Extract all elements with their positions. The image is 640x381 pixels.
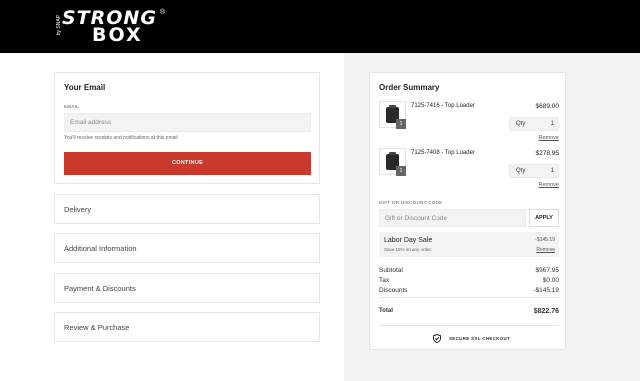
gift-code-input[interactable]: Gift or Discount Code [379,209,526,227]
tax-value: $0.00 [542,277,559,284]
order-summary-card: Order Summary 1 7125-7416 - Top Loader $… [369,72,566,350]
discounts-label: Discounts [379,287,408,294]
quantity-value: 1 [550,121,554,127]
shield-check-icon [433,334,441,343]
item-name: 7125-7408 - Top Loader [411,150,475,156]
email-input[interactable]: Email address [64,113,311,132]
top-header: by SNAP STRONG BOX ® [0,0,640,53]
step-payment-discounts-label: Payment & Discounts [64,284,136,293]
quantity-label: Qty [516,168,526,174]
product-thumbnail: 1 [379,101,406,129]
quantity-label: Qty [516,121,526,127]
tax-label: Tax [379,277,390,284]
item-price: $278.95 [535,150,560,157]
product-thumbnail: 1 [379,148,406,176]
step-payment-discounts[interactable]: Payment & Discounts [54,273,320,303]
quantity-input[interactable]: Qty 1 [509,164,559,178]
email-hint: You'll receive receipts and notification… [64,135,178,141]
strongbox-logo[interactable]: by SNAP STRONG BOX ® [56,9,170,45]
quantity-badge: 1 [396,119,406,129]
promo-description: Save 15% on any order. [384,247,433,252]
email-section-title: Your Email [64,83,106,92]
gift-code-label: GIFT OR DISCOUNT CODE [379,200,443,205]
total-label: Total [379,308,393,314]
item-name: 7125-7416 - Top Loader [411,103,475,109]
discounts-value: -$145.19 [533,287,559,294]
remove-item-link[interactable]: Remove [539,135,559,141]
remove-item-link[interactable]: Remove [539,182,559,188]
remove-promo-link[interactable]: Remove [536,247,555,253]
step-delivery-label: Delivery [64,205,92,214]
applied-promo: Labor Day Sale Save 15% on any order. -$… [379,232,559,257]
promo-name: Labor Day Sale [384,237,433,244]
checkout-steps-panel: Your Email EMAIL Email address You'll re… [0,53,344,381]
step-review-purchase-label: Review & Purchase [64,323,130,332]
subtotal-value: $967.95 [535,267,560,274]
order-summary-title: Order Summary [379,83,440,92]
step-additional-information[interactable]: Additional Information [54,233,320,263]
subtotal-row: Subtotal $967.95 [379,267,559,274]
continue-button[interactable]: CONTINUE [64,152,311,175]
summary-divider [379,325,559,326]
step-additional-information-label: Additional Information [64,244,137,253]
cart-item: 1 7125-7408 - Top Loader $278.95 Qty 1 R… [379,148,559,192]
quantity-input[interactable]: Qty 1 [509,117,559,131]
total-row: Total $822.76 [379,308,559,315]
tax-row: Tax $0.00 [379,277,559,284]
email-field-label: EMAIL [64,104,80,109]
apply-button[interactable]: APPLY [529,209,559,227]
secure-checkout-text: SECURE SSL CHECKOUT [449,336,511,341]
promo-amount: -$145.19 [535,237,555,243]
logo-word-bottom: BOX [92,24,143,46]
total-value: $822.76 [533,308,559,315]
order-summary-panel: Order Summary 1 7125-7416 - Top Loader $… [344,53,640,381]
email-section: Your Email EMAIL Email address You'll re… [54,72,320,184]
logo-registered-mark: ® [160,9,166,16]
step-review-purchase[interactable]: Review & Purchase [54,312,320,342]
summary-divider [379,297,559,298]
discounts-row: Discounts -$145.19 [379,287,559,294]
subtotal-label: Subtotal [379,267,403,274]
quantity-value: 1 [550,168,554,174]
item-price: $689.00 [535,103,560,110]
cart-item: 1 7125-7416 - Top Loader $689.00 Qty 1 R… [379,101,559,145]
step-delivery[interactable]: Delivery [54,194,320,224]
quantity-badge: 1 [396,166,406,176]
